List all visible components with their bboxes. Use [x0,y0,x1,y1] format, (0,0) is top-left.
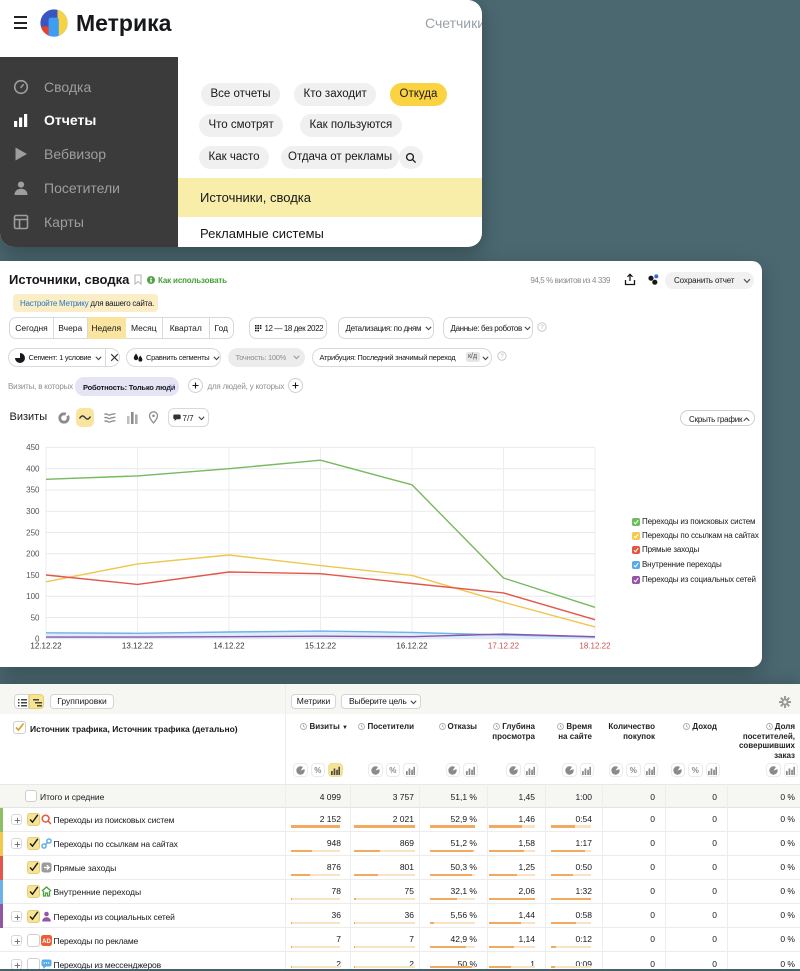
svg-text:17.12.22: 17.12.22 [488,642,520,651]
svg-text:16.12.22: 16.12.22 [396,642,428,651]
svg-text:12.12.22: 12.12.22 [30,642,62,651]
svg-text:150: 150 [26,571,40,580]
svg-text:250: 250 [26,528,40,537]
svg-text:100: 100 [26,592,40,601]
svg-text:200: 200 [26,550,40,559]
svg-text:400: 400 [26,465,40,474]
svg-text:14.12.22: 14.12.22 [213,642,245,651]
svg-text:15.12.22: 15.12.22 [305,642,337,651]
svg-text:AD: AD [42,939,51,945]
svg-text:350: 350 [26,486,40,495]
svg-text:13.12.22: 13.12.22 [122,642,154,651]
svg-text:18.12.22: 18.12.22 [579,642,611,651]
svg-text:450: 450 [26,443,40,452]
svg-text:50: 50 [31,613,40,622]
svg-text:300: 300 [26,507,40,516]
